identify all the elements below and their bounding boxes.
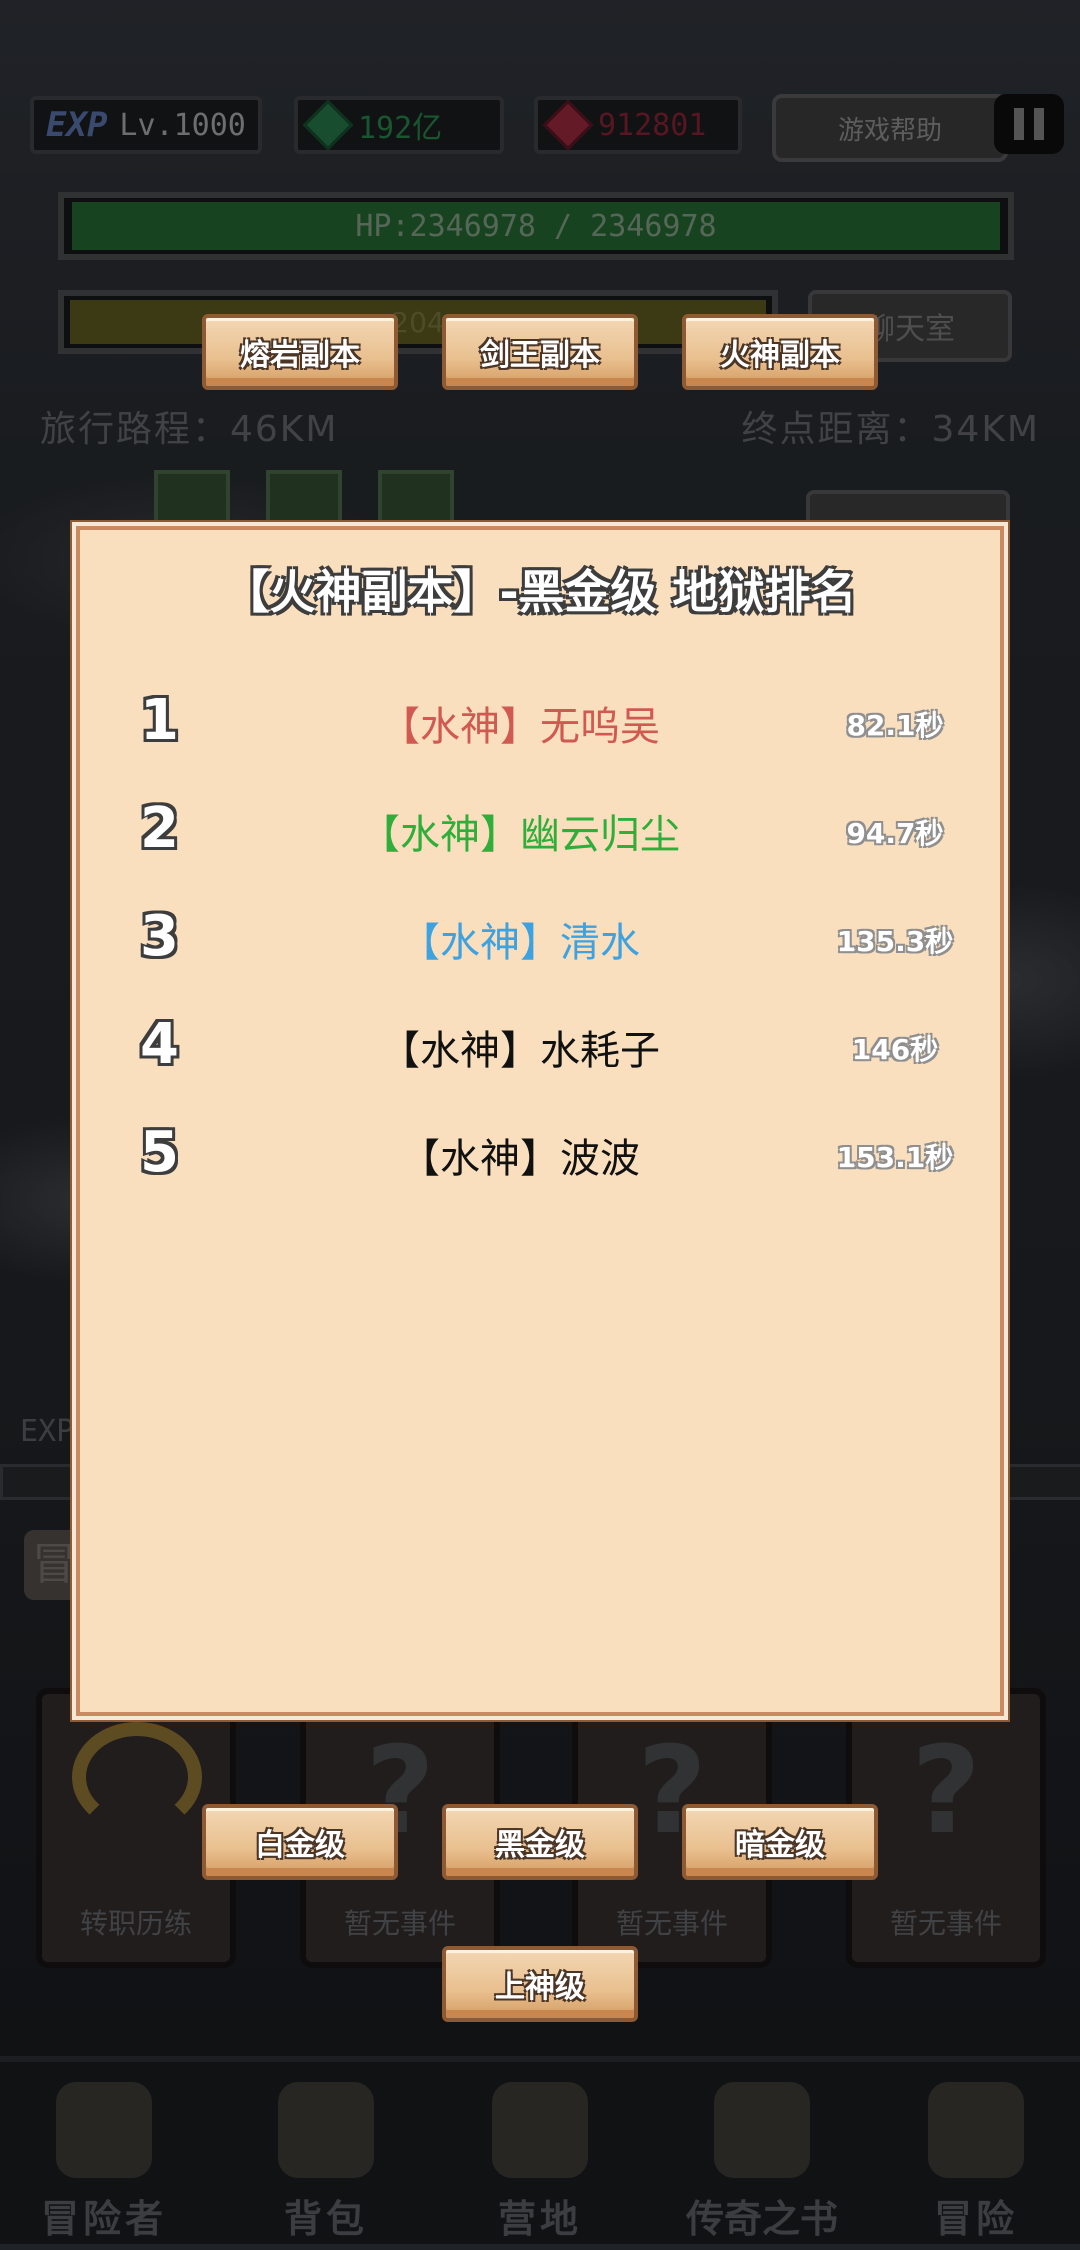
panel-title: 【火神副本】-黑金级 地狱排名	[223, 565, 857, 619]
ranking-row: 3 【水神】清水 135.3秒	[80, 896, 1000, 986]
tab-sword-king-dungeon[interactable]: 剑王副本	[442, 314, 638, 390]
ranking-panel: 【火神副本】-黑金级 地狱排名 1 【水神】无呜吴 82.1秒 2 【水神】幽云…	[76, 526, 1004, 1716]
tab-fire-god-dungeon[interactable]: 火神副本	[682, 314, 878, 390]
ranking-row: 5 【水神】波波 153.1秒	[80, 1112, 1000, 1202]
ranking-row: 4 【水神】水耗子 146秒	[80, 1004, 1000, 1094]
tier-black-gold-button[interactable]: 黑金级	[442, 1804, 638, 1880]
player-name: 【水神】波波	[400, 1136, 640, 1182]
tab-lava-dungeon[interactable]: 熔岩副本	[202, 314, 398, 390]
ranking-row: 2 【水神】幽云归尘 94.7秒	[80, 788, 1000, 878]
rank-number: 5	[140, 1120, 179, 1185]
tier-platinum-button[interactable]: 白金级	[202, 1804, 398, 1880]
player-name: 【水神】水耗子	[380, 1028, 660, 1074]
clear-time: 146秒	[851, 1033, 939, 1066]
clear-time: 153.1秒	[836, 1141, 954, 1174]
player-name: 【水神】无呜吴	[380, 704, 660, 750]
clear-time: 82.1秒	[846, 709, 944, 742]
clear-time: 94.7秒	[846, 817, 944, 850]
rank-number: 3	[140, 904, 179, 969]
tier-upper-god-button[interactable]: 上神级	[442, 1946, 638, 2022]
rank-number: 4	[140, 1012, 179, 1077]
clear-time: 135.3秒	[836, 925, 954, 958]
player-name: 【水神】幽云归尘	[360, 812, 680, 858]
tier-dark-gold-button[interactable]: 暗金级	[682, 1804, 878, 1880]
rank-number: 2	[140, 796, 179, 861]
ranking-row: 1 【水神】无呜吴 82.1秒	[80, 680, 1000, 770]
rank-number: 1	[140, 688, 179, 753]
player-name: 【水神】清水	[400, 920, 640, 966]
